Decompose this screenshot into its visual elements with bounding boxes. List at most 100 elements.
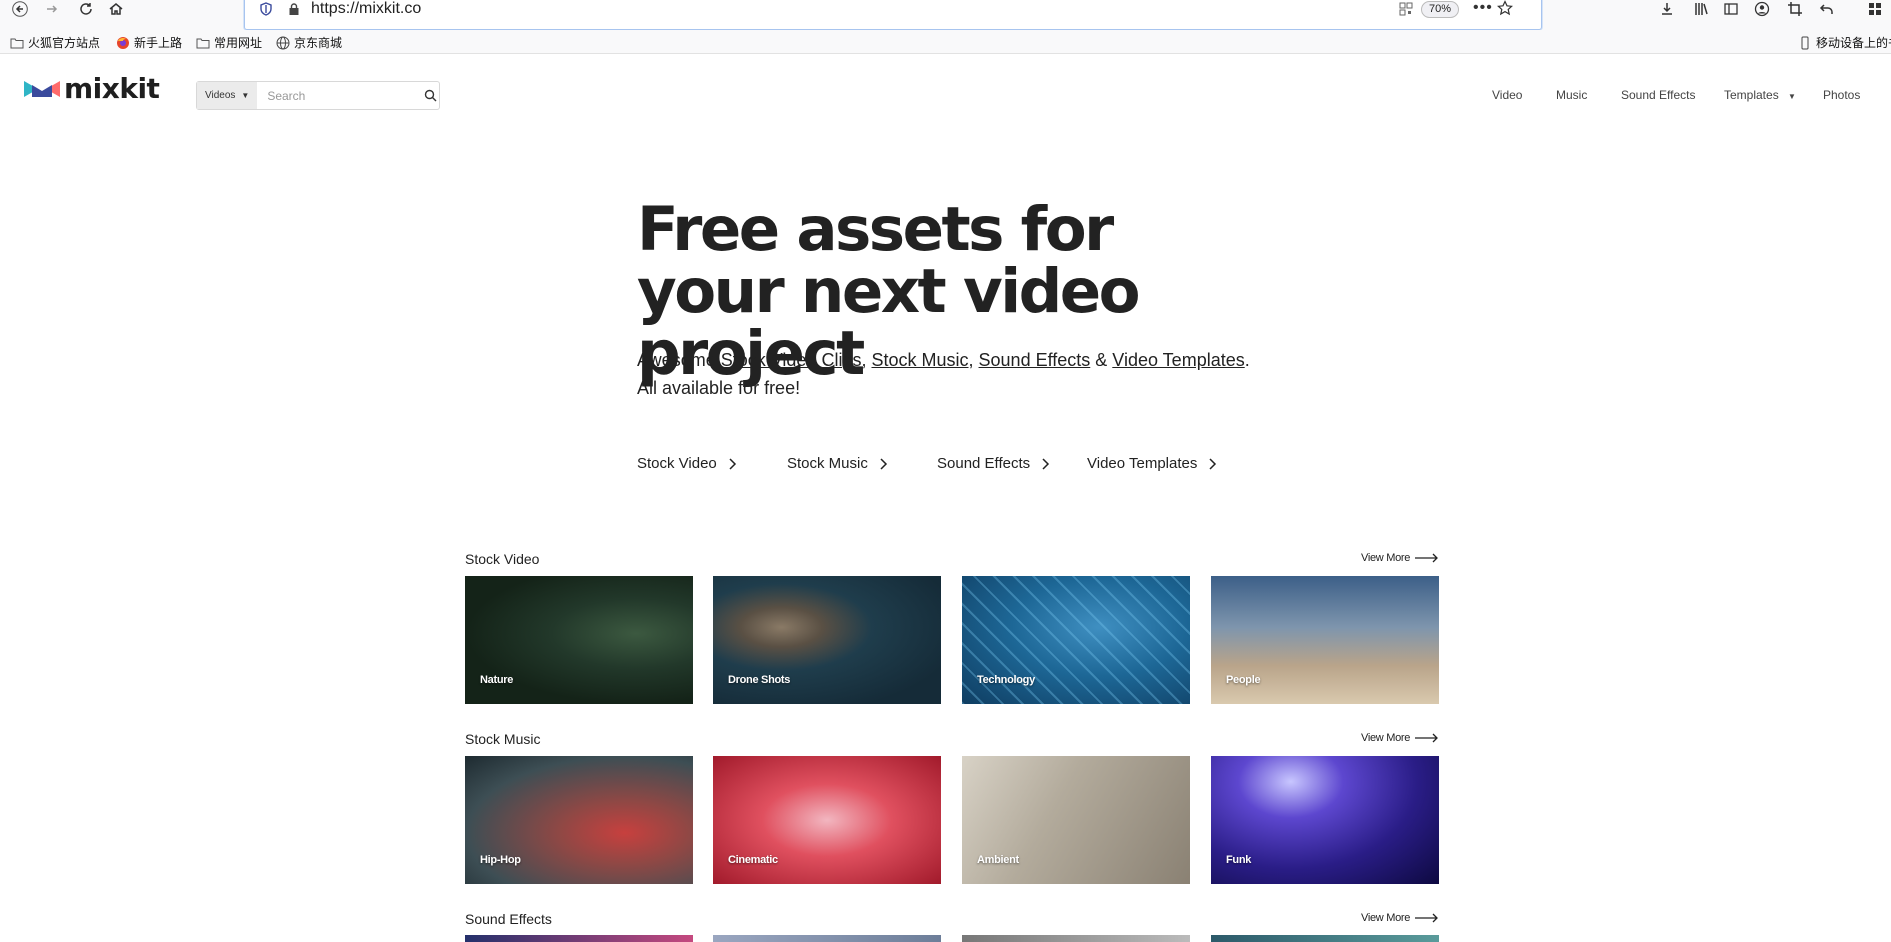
site-header: mixkit Videos ▼ Video Music Sound Effect… [0,55,1891,135]
bookmark-label: 京东商城 [294,36,343,50]
home-icon[interactable] [102,0,130,18]
category-link-video-templates[interactable]: Video Templates [1087,455,1217,472]
mixkit-logo[interactable]: mixkit [24,72,160,105]
card-label: Drone Shots [728,674,791,686]
category-link-sound-effects[interactable]: Sound Effects [937,455,1050,472]
nav-photos[interactable]: Photos [1823,88,1860,102]
section-title-stock-music: Stock Music [465,731,541,747]
card-sound-effect[interactable] [465,935,693,942]
mobile-bookmarks[interactable]: 移动设备上的书 [1798,34,1891,51]
card-sound-effect[interactable] [962,935,1190,942]
hero-sub-line2: All available for free! [637,378,801,398]
folder-icon [196,38,210,48]
screenshot-crop-icon[interactable] [1782,0,1808,18]
link-stock-music[interactable]: Stock Music [871,350,968,370]
page-actions-more-icon[interactable]: ••• [1473,0,1493,17]
hero-sub-end: . [1244,350,1250,370]
card-funk[interactable]: Funk [1211,756,1439,884]
view-more-stock-music[interactable]: View More [1361,732,1439,744]
card-technology[interactable]: Technology [962,576,1190,704]
bookmark-star-icon[interactable] [1497,0,1513,16]
search-input[interactable] [257,82,423,109]
card-people[interactable]: People [1211,576,1439,704]
bookmark-item[interactable]: 新手上路 [116,34,182,51]
view-more-label: View More [1361,552,1411,564]
chevron-right-icon [880,457,887,470]
card-label: Funk [1226,854,1252,866]
mobile-device-icon [1801,36,1809,49]
qr-code-icon[interactable] [1399,2,1413,16]
category-link-stock-video[interactable]: Stock Video [637,455,737,472]
card-label: Nature [480,674,514,686]
section-title-sound-effects: Sound Effects [465,911,552,927]
nav-video[interactable]: Video [1492,88,1522,102]
folder-icon [10,38,24,48]
bookmark-label: 常用网址 [214,36,263,50]
card-label: Cinematic [728,854,778,866]
bookmark-label: 新手上路 [134,36,183,50]
tracking-protection-shield-icon[interactable] [259,2,273,16]
reload-icon[interactable] [72,0,100,18]
category-label: Sound Effects [937,455,1031,472]
bookmark-item[interactable]: 火狐官方站点 [10,34,100,51]
card-hip-hop[interactable]: Hip-Hop [465,756,693,884]
nav-templates[interactable]: Templates ▼ [1724,88,1796,102]
search-icon [424,89,437,102]
caret-down-icon: ▼ [1788,92,1796,101]
category-link-stock-music[interactable]: Stock Music [787,455,888,472]
hero-sub-separator: , [861,350,872,370]
card-ambient[interactable]: Ambient [962,756,1190,884]
search-bar: Videos ▼ [196,81,440,110]
link-sound-effects[interactable]: Sound Effects [979,350,1091,370]
card-nature[interactable]: Nature [465,576,693,704]
hero-subtitle: Awesome Stock Video Clips, Stock Music, … [637,346,1337,402]
bookmark-label: 火狐官方站点 [28,36,101,50]
link-video-templates[interactable]: Video Templates [1112,350,1244,370]
card-label: People [1226,674,1261,686]
logo-text: mixkit [64,72,160,105]
arrow-right-icon [1415,913,1438,923]
mixkit-logo-mark-icon [24,81,60,97]
card-label: Ambient [977,854,1019,866]
search-button[interactable] [422,82,439,109]
bookmark-item[interactable]: 京东商城 [276,34,342,51]
view-more-sound-effects[interactable]: View More [1361,912,1439,924]
view-more-label: View More [1361,912,1411,924]
url-text[interactable]: https://mixkit.co [311,0,421,18]
back-icon[interactable] [6,0,34,18]
undo-icon[interactable] [1814,0,1840,18]
card-label: Technology [977,674,1035,686]
nav-sound-effects[interactable]: Sound Effects [1621,88,1696,102]
address-bar[interactable]: https://mixkit.co 70% ••• [244,0,1542,30]
forward-icon[interactable] [38,0,66,18]
view-more-stock-video[interactable]: View More [1361,552,1439,564]
card-cinematic[interactable]: Cinematic [713,756,941,884]
bookmark-item[interactable]: 常用网址 [196,34,262,51]
extensions-icon[interactable] [1862,0,1888,18]
card-drone-shots[interactable]: Drone Shots [713,576,941,704]
library-icon[interactable] [1688,0,1714,18]
lock-icon[interactable] [287,2,301,16]
hero-sub-separator: & [1090,350,1113,370]
category-label: Video Templates [1087,455,1198,472]
nav-templates-label: Templates [1724,88,1779,102]
card-sound-effect[interactable] [1211,935,1439,942]
bookmark-label: 移动设备上的书 [1816,36,1891,50]
card-sound-effect[interactable] [713,935,941,942]
account-icon[interactable] [1749,0,1775,18]
nav-music[interactable]: Music [1556,88,1587,102]
zoom-level-badge[interactable]: 70% [1421,1,1460,18]
arrow-right-icon [1415,553,1438,563]
chevron-right-icon [729,457,736,470]
downloads-icon[interactable] [1654,0,1680,18]
category-label: Stock Video [637,455,717,472]
category-label: Stock Music [787,455,868,472]
bookmarks-toolbar: 火狐官方站点 新手上路 常用网址 京东商城 移动设备上的书 [0,30,1891,54]
search-type-label: Videos [205,90,236,101]
firefox-icon [117,36,129,49]
search-type-dropdown[interactable]: Videos ▼ [197,82,258,109]
sidebar-icon[interactable] [1718,0,1744,18]
hero-sub-prefix: Awesome [637,350,721,370]
globe-icon [276,36,290,49]
link-stock-video-clips[interactable]: Stock Video Clips [721,350,862,370]
